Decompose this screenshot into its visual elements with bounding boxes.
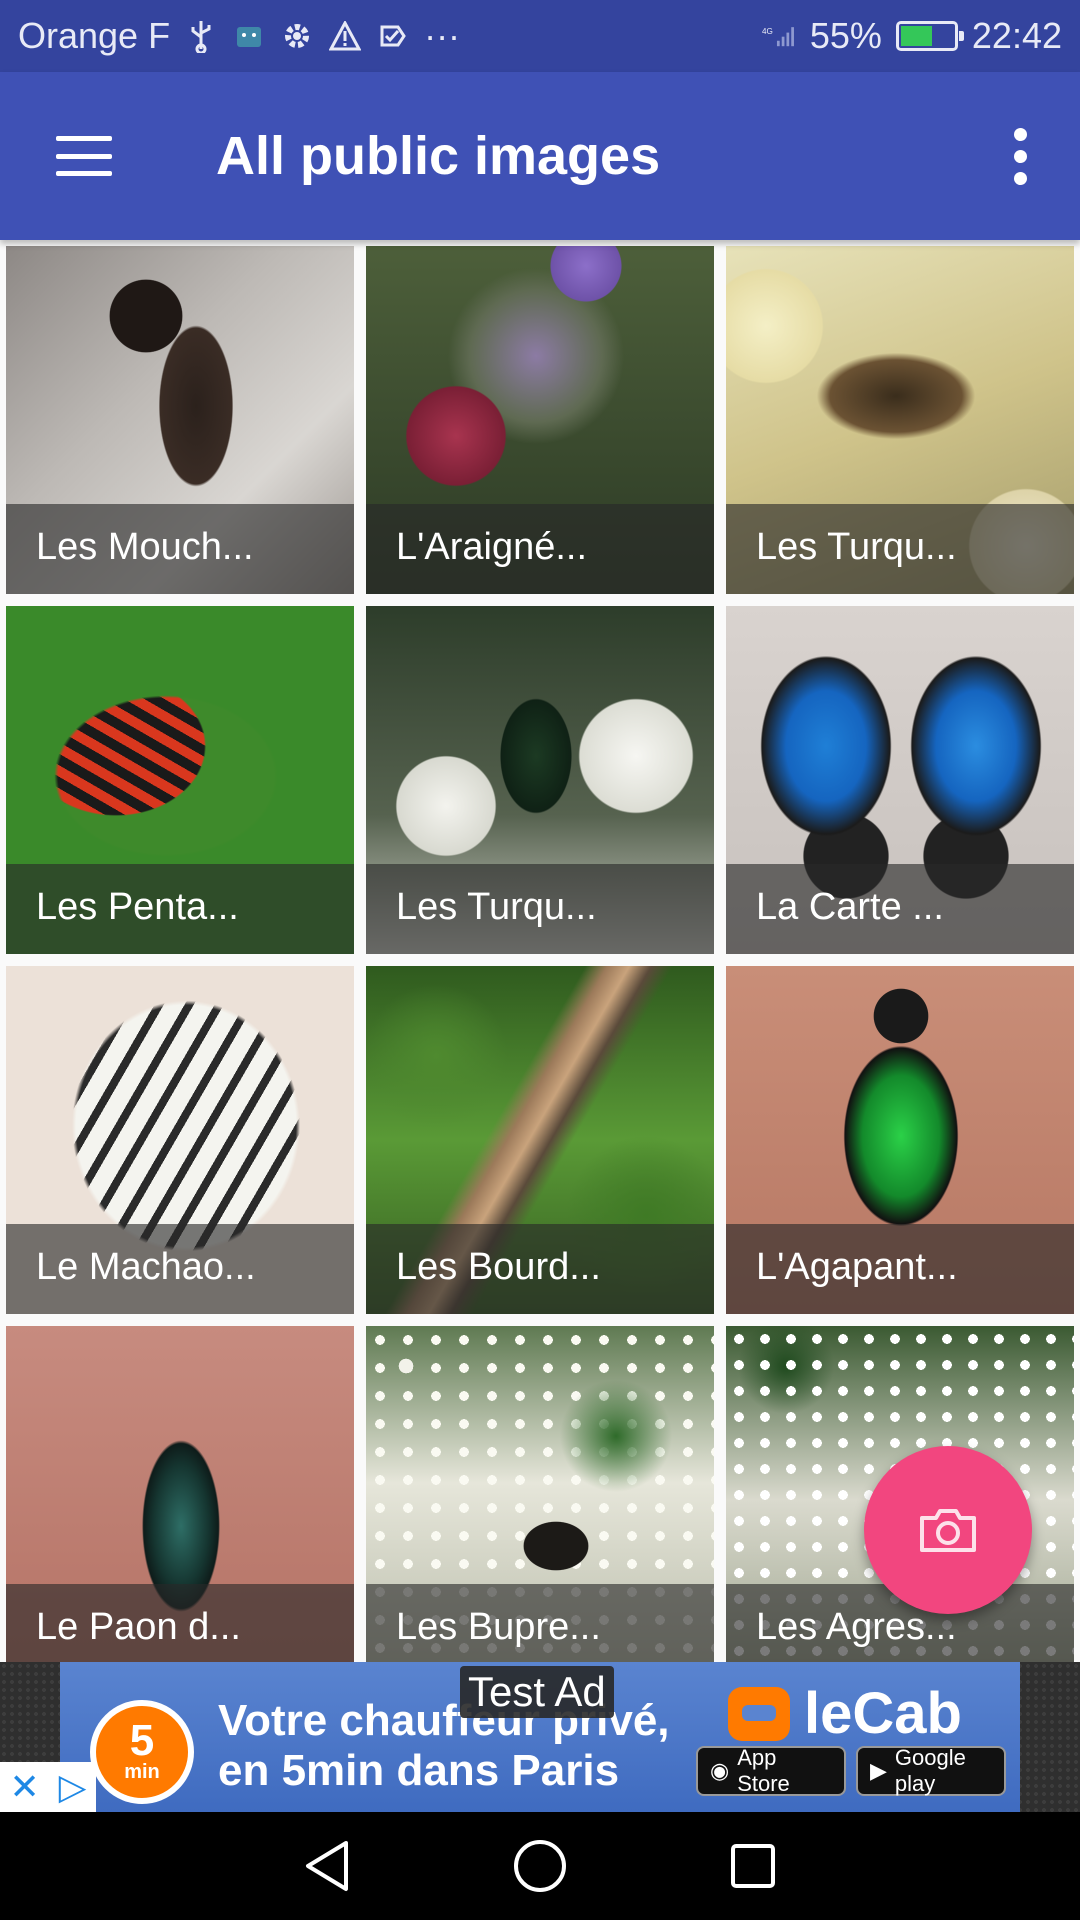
- menu-button[interactable]: [0, 72, 168, 240]
- image-tile[interactable]: Les Turqu...: [726, 246, 1074, 594]
- test-ad-label: Test Ad: [460, 1666, 614, 1718]
- camera-fab-button[interactable]: [864, 1446, 1032, 1614]
- play-icon: ▶: [870, 1758, 887, 1783]
- battery-fill: [900, 26, 932, 46]
- image-tile[interactable]: Les Mouch...: [6, 246, 354, 594]
- tile-caption: Les Turqu...: [366, 864, 714, 954]
- gear-icon: [280, 19, 314, 53]
- image-tile[interactable]: L'Agapant...: [726, 966, 1074, 1314]
- tile-caption: Les Penta...: [6, 864, 354, 954]
- camera-icon: [920, 1509, 976, 1552]
- checkmark-icon: [376, 19, 410, 53]
- android-icon: [232, 19, 266, 53]
- tile-caption: Les Turqu...: [726, 504, 1074, 594]
- carrier-name: Orange F: [18, 15, 171, 56]
- image-tile[interactable]: Le Machao...: [6, 966, 354, 1314]
- status-bar: Orange F ··· 4G 55% 22:42: [0, 0, 1080, 72]
- close-icon[interactable]: ✕: [10, 1766, 40, 1808]
- tile-caption: La Carte ...: [726, 864, 1074, 954]
- recents-button[interactable]: [708, 1821, 798, 1911]
- page-title: All public images: [216, 126, 661, 186]
- back-button[interactable]: [282, 1821, 372, 1911]
- tile-caption: L'Agapant...: [726, 1224, 1074, 1314]
- image-tile[interactable]: Les Penta...: [6, 606, 354, 954]
- tile-caption: Le Paon d...: [6, 1584, 354, 1662]
- ad-area: 5 min Votre chauffeur privé, en 5min dan…: [0, 1662, 1080, 1812]
- more-notifications: ···: [424, 15, 461, 56]
- tile-caption: Le Machao...: [6, 1224, 354, 1314]
- back-icon: [305, 1841, 348, 1891]
- app-store-badge[interactable]: ◉ App Store: [696, 1745, 846, 1796]
- image-tile[interactable]: La Carte ...: [726, 606, 1074, 954]
- app-bar: All public images: [0, 72, 1080, 240]
- system-nav-bar: [0, 1812, 1080, 1920]
- hamburger-icon: [56, 136, 112, 176]
- warning-icon: [328, 19, 362, 53]
- svg-text:4G: 4G: [762, 27, 773, 36]
- signal-icon: 4G: [762, 19, 796, 53]
- lecab-logo-icon: [728, 1686, 790, 1741]
- ad-brand: leCab: [728, 1680, 962, 1747]
- adchoices-icon[interactable]: ▷: [59, 1766, 87, 1808]
- ad-timer-badge: 5 min: [90, 1700, 194, 1804]
- clock: 22:42: [971, 15, 1062, 56]
- tile-caption: Les Mouch...: [6, 504, 354, 594]
- image-tile[interactable]: Les Turqu...: [366, 606, 714, 954]
- image-tile[interactable]: Le Paon d...: [6, 1326, 354, 1662]
- tile-caption: L'Araigné...: [366, 504, 714, 594]
- battery-percent: 55%: [809, 15, 882, 56]
- image-grid: Les Mouch... L'Araigné... Les Turqu... L…: [0, 240, 1080, 1662]
- ad-choices[interactable]: ✕ ▷: [0, 1762, 96, 1812]
- recents-icon: [731, 1844, 776, 1888]
- google-play-badge[interactable]: ▶ Google play: [856, 1745, 1006, 1796]
- image-tile[interactable]: Les Bupre...: [366, 1326, 714, 1662]
- more-vert-icon: [1013, 127, 1027, 141]
- image-tile[interactable]: L'Araigné...: [366, 246, 714, 594]
- image-tile[interactable]: Les Bourd...: [366, 966, 714, 1314]
- home-icon: [513, 1840, 566, 1892]
- overflow-menu-button[interactable]: [960, 72, 1080, 240]
- tile-caption: Les Bupre...: [366, 1584, 714, 1662]
- tile-caption: Les Bourd...: [366, 1224, 714, 1314]
- battery-icon: [895, 21, 964, 51]
- apple-icon: ◉: [710, 1758, 730, 1783]
- home-button[interactable]: [495, 1821, 585, 1911]
- usb-icon: [184, 19, 218, 53]
